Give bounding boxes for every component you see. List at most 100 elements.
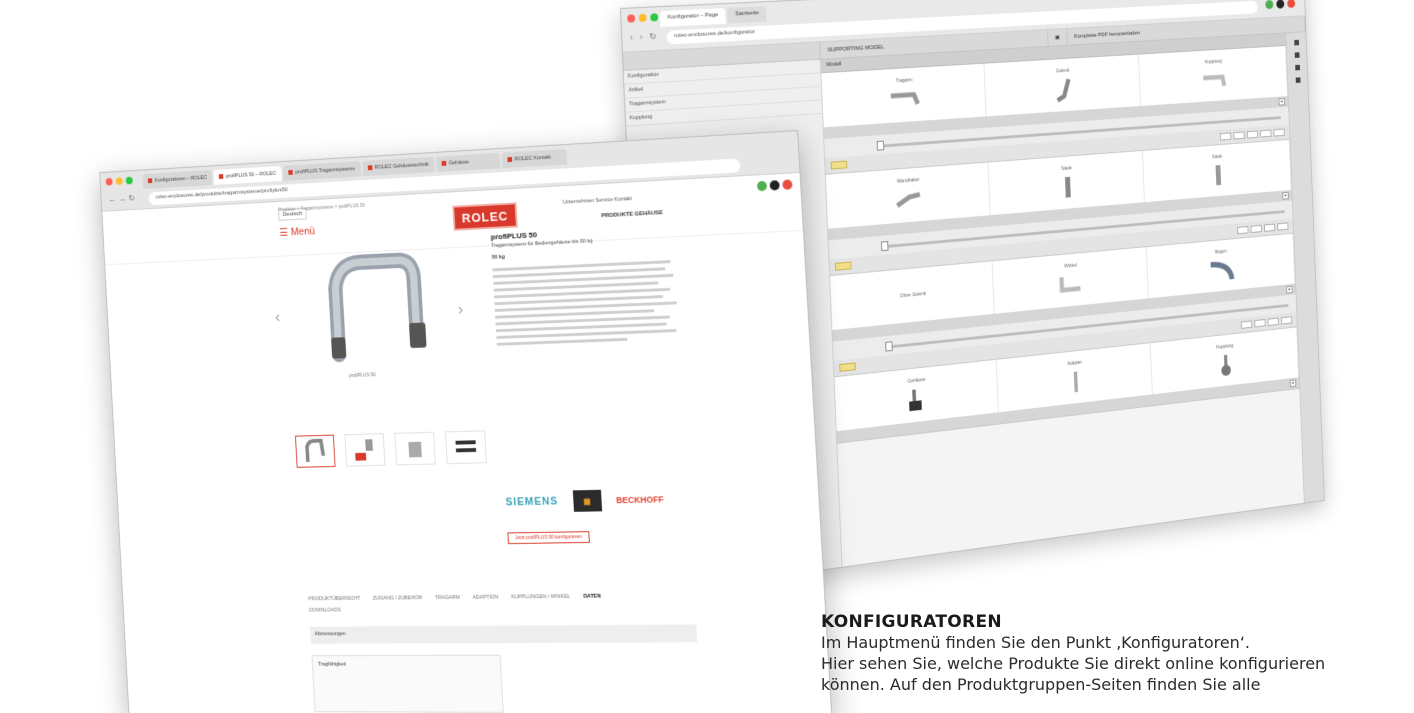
favicon-icon [288,169,293,175]
selected-option-chip[interactable] [830,160,848,170]
bend-icon [1205,257,1238,284]
size-option[interactable] [1273,128,1285,137]
size-option[interactable] [1260,129,1272,138]
browser-tab[interactable]: profiPLUS Tragarmsysteme [282,161,361,181]
browser-tab[interactable]: profiPLUS 50 – ROLEC [213,165,282,185]
adapter-icon [1073,371,1078,393]
extension-icon[interactable] [1265,0,1274,10]
extension-icon[interactable] [782,179,793,190]
size-option[interactable] [1277,222,1289,231]
housing-thumbnail-icon [355,439,373,461]
thumbnail-strip [294,430,487,468]
configure-button[interactable]: Jetzt profiPLUS 50 konfigurieren [507,531,590,545]
forward-arrow-icon[interactable]: › [639,32,642,42]
column-icon [1215,165,1221,186]
tab-downloads[interactable]: DOWNLOADS [309,608,341,614]
add-option-button[interactable]: + [1286,285,1293,294]
close-window-icon[interactable] [627,14,636,23]
forward-arrow-icon[interactable]: → [118,194,126,204]
close-window-icon[interactable] [105,177,113,186]
size-option[interactable] [1250,224,1262,234]
thumbnail[interactable] [294,434,336,468]
expand-icon[interactable] [1293,39,1299,46]
add-option-button[interactable]: + [1282,191,1289,200]
joint-icon [1046,77,1081,103]
browser-tab[interactable]: ROLEC Kontakt [501,148,568,169]
selected-option-chip[interactable] [839,362,856,372]
tab-couplings[interactable]: KUPPLUNGEN / WINKEL [511,594,570,600]
minimize-window-icon[interactable] [115,177,123,186]
expand-icon[interactable] [1295,77,1301,83]
main-navigation[interactable]: PRODUKTE GEHÄUSE [601,210,663,219]
tab-label: ROLEC Gehäusetechnik [374,161,429,171]
size-option[interactable] [1254,319,1266,328]
joint-thumbnail-icon [408,441,422,458]
load-capacity-panel: Tragfähigkeit [311,654,504,713]
selected-option-chip[interactable] [834,261,852,271]
window-controls [627,13,659,23]
image-caption: profiPLUS 50 [348,372,376,379]
slider-handle[interactable] [880,241,889,252]
back-arrow-icon[interactable]: ‹ [630,32,633,42]
add-option-button[interactable]: + [1289,379,1297,388]
browser-tab[interactable]: Konfigurator – Page [659,7,727,27]
header-icons [756,179,793,192]
tab-arm[interactable]: TRAGARM [435,595,460,601]
expand-icon[interactable] [1294,52,1300,58]
option-label: Kupplung [1204,58,1222,66]
minimize-window-icon[interactable] [638,13,647,23]
body-text-line: Im Hauptmenü finden Sie den Punkt ‚Konfi… [821,633,1250,652]
panel-title: Abmessungen [314,631,347,638]
menu-button[interactable]: ☰ Menü [279,225,315,239]
browser-tab[interactable]: Konfiguratoren – ROLEC [142,170,213,190]
reload-icon[interactable]: ↻ [128,193,135,204]
size-option[interactable] [1237,226,1249,235]
tab-label: ROLEC Kontakt [514,154,552,163]
chevron-right-icon[interactable]: › [458,302,464,320]
size-option[interactable] [1233,131,1245,140]
chevron-left-icon[interactable]: ‹ [275,310,281,327]
option-label: Bogen [1215,248,1227,256]
size-option[interactable] [1219,132,1232,141]
tab-accessories[interactable]: ZUGANG / ZUBEHÖR [373,595,423,601]
configurator-main-area: Modell Tragarm Gelenk Kupplung + Wandhal… [820,33,1304,566]
favicon-icon [218,174,224,180]
reload-icon[interactable]: ↻ [649,31,657,42]
print-icon[interactable]: ▣ [1047,28,1068,46]
profile-avatar-icon[interactable] [769,180,780,191]
slider-handle[interactable] [876,140,885,151]
size-option[interactable] [1240,320,1253,329]
size-option[interactable] [1263,223,1276,232]
thumbnail[interactable] [394,431,436,466]
back-arrow-icon[interactable]: ← [108,194,116,204]
option-label: Winkel [1064,262,1078,270]
tab-adaption[interactable]: ADAPTION [472,595,498,601]
coupling-icon [1220,354,1231,377]
tab-data[interactable]: DATEN [583,594,601,600]
option-label: Gehäuse [907,376,926,385]
slider-handle[interactable] [885,341,893,352]
size-option[interactable] [1246,130,1259,139]
arm-icon [887,86,923,113]
browser-tab[interactable]: Gehäuse [435,152,501,173]
rolec-logo[interactable]: ROLEC [452,202,518,231]
option-label: Säule [1061,165,1073,172]
add-option-button[interactable]: + [1278,98,1286,106]
size-option[interactable] [1267,317,1279,326]
thumbnail[interactable] [344,433,386,467]
size-option[interactable] [1280,316,1293,325]
top-navigation[interactable]: Unternehmen Service Kontakt [563,196,632,206]
extension-icon[interactable] [1287,0,1296,9]
profile-avatar-icon[interactable] [1276,0,1285,9]
browser-tab[interactable]: Startseite [727,6,767,24]
thumbnail[interactable] [444,430,487,465]
maximize-window-icon[interactable] [650,13,659,22]
window-controls [105,176,133,186]
browser-tab[interactable]: ROLEC Gehäusetechnik [361,156,435,177]
tab-label: Gehäuse [448,159,470,167]
tab-overview[interactable]: PRODUKTÜBERSICHT [308,596,360,602]
extension-icon[interactable] [756,180,768,192]
maximize-window-icon[interactable] [125,176,133,185]
parts-thumbnail-icon [455,440,477,453]
expand-icon[interactable] [1294,64,1300,71]
